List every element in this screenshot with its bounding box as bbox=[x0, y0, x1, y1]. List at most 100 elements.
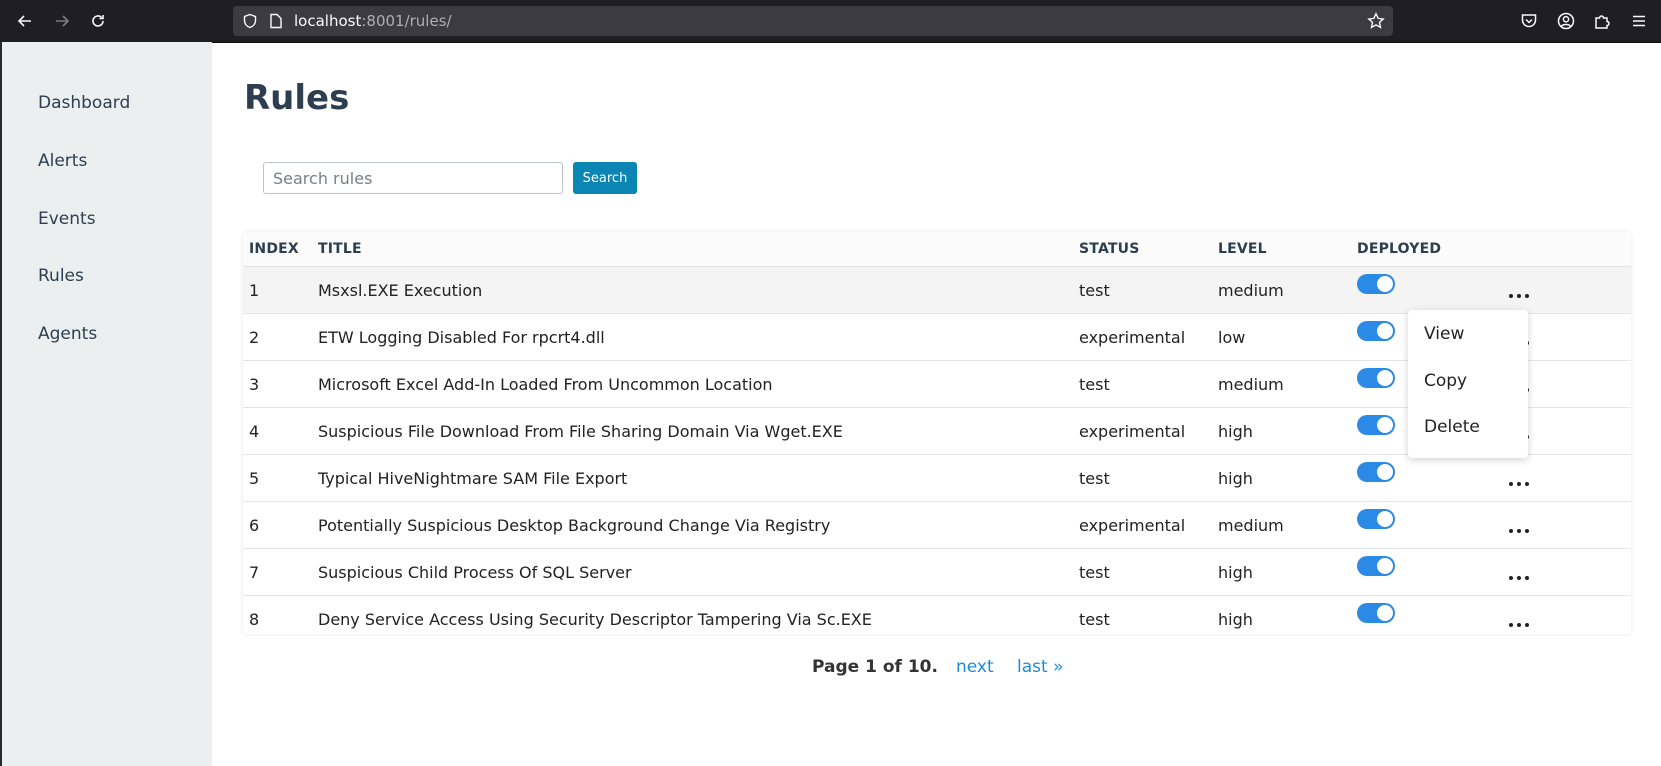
toggle-knob bbox=[1377, 511, 1393, 527]
deployed-toggle[interactable] bbox=[1357, 321, 1395, 341]
more-actions-icon[interactable] bbox=[1505, 523, 1533, 539]
dot bbox=[1517, 622, 1521, 627]
cell-status: test bbox=[1079, 609, 1110, 629]
cell-status: experimental bbox=[1073, 501, 1212, 549]
more-actions-icon[interactable] bbox=[1505, 476, 1533, 492]
deployed-toggle[interactable] bbox=[1357, 509, 1395, 529]
toggle-knob bbox=[1377, 558, 1393, 574]
cell-index: 3 bbox=[243, 360, 312, 408]
last-page-link[interactable]: last » bbox=[1017, 657, 1063, 677]
dot bbox=[1525, 481, 1529, 486]
toggle-knob bbox=[1377, 323, 1393, 339]
cell-title: Suspicious Child Process Of SQL Server bbox=[312, 548, 1073, 596]
column-header-index: INDEX bbox=[243, 232, 312, 267]
column-header-deployed: DEPLOYED bbox=[1351, 232, 1481, 267]
sidebar-item-dashboard[interactable]: Dashboard bbox=[38, 93, 130, 113]
pocket-icon[interactable] bbox=[1518, 10, 1540, 32]
menu-item-copy[interactable]: Copy bbox=[1424, 371, 1467, 391]
sidebar-item-rules[interactable]: Rules bbox=[38, 266, 84, 286]
cell-deployed bbox=[1351, 501, 1481, 549]
cell-deployed bbox=[1351, 266, 1481, 314]
cell-level: medium bbox=[1212, 266, 1351, 314]
cell-actions bbox=[1481, 596, 1631, 643]
cell-status: test bbox=[1073, 548, 1212, 596]
dot bbox=[1509, 481, 1513, 486]
column-header-actions bbox=[1481, 232, 1631, 267]
cell-title: Msxsl.EXE Execution bbox=[312, 266, 1073, 314]
pagination: Page 1 of 10. next last » bbox=[0, 657, 1661, 681]
cell-title: ETW Logging Disabled For rpcrt4.dll bbox=[312, 313, 1073, 361]
shield-icon[interactable] bbox=[242, 13, 258, 29]
search-input[interactable] bbox=[263, 162, 563, 194]
dot bbox=[1509, 622, 1513, 627]
next-page-link[interactable]: next bbox=[956, 657, 994, 677]
deployed-toggle[interactable] bbox=[1357, 415, 1395, 435]
forward-button[interactable] bbox=[48, 7, 76, 35]
forward-arrow-icon bbox=[56, 15, 70, 27]
dot bbox=[1517, 575, 1521, 580]
deployed-toggle[interactable] bbox=[1357, 462, 1395, 482]
toggle-knob bbox=[1377, 605, 1393, 621]
back-arrow-icon bbox=[17, 15, 31, 27]
sidebar-item-alerts[interactable]: Alerts bbox=[38, 151, 87, 171]
more-actions-icon[interactable] bbox=[1505, 288, 1533, 304]
sidebar-item-events[interactable]: Events bbox=[38, 209, 96, 229]
bookmark-star-icon[interactable] bbox=[1367, 12, 1385, 30]
cell-level: high bbox=[1212, 548, 1351, 596]
sidebar-item-agents[interactable]: Agents bbox=[38, 324, 97, 344]
reload-button[interactable] bbox=[84, 7, 112, 35]
dot bbox=[1525, 622, 1529, 627]
cell-title: Suspicious File Download From File Shari… bbox=[312, 407, 1073, 455]
menu-hamburger-icon[interactable] bbox=[1628, 10, 1650, 32]
cell-index: 6 bbox=[243, 501, 312, 549]
menu-item-view[interactable]: View bbox=[1424, 324, 1464, 344]
cell-index: 7 bbox=[243, 548, 312, 596]
back-button[interactable] bbox=[11, 7, 39, 35]
cell-status: test bbox=[1073, 266, 1212, 314]
column-header-title: TITLE bbox=[312, 232, 1073, 267]
search-button[interactable]: Search bbox=[573, 162, 637, 194]
dot bbox=[1509, 293, 1513, 298]
table-row: 7 Suspicious Child Process Of SQL Server t… bbox=[243, 548, 1631, 596]
address-bar[interactable]: localhost:8001/rules/ bbox=[233, 6, 1393, 36]
cell-index: 1 bbox=[243, 266, 312, 314]
dot bbox=[1525, 528, 1529, 533]
toggle-knob bbox=[1377, 417, 1393, 433]
browser-toolbar: localhost:8001/rules/ bbox=[0, 0, 1661, 43]
deployed-toggle[interactable] bbox=[1357, 274, 1395, 294]
column-header-status: STATUS bbox=[1073, 232, 1212, 267]
more-actions-icon[interactable] bbox=[1505, 570, 1533, 586]
cell-actions bbox=[1481, 501, 1631, 549]
cell-level: medium bbox=[1212, 360, 1351, 408]
dot bbox=[1517, 293, 1521, 298]
cell-status: experimental bbox=[1073, 313, 1212, 361]
cell-level: high bbox=[1212, 454, 1351, 502]
cell-level: high bbox=[1212, 407, 1351, 455]
dot bbox=[1509, 575, 1513, 580]
row-actions-menu: View Copy Delete bbox=[1408, 310, 1528, 458]
toggle-knob bbox=[1377, 370, 1393, 386]
cell-actions bbox=[1481, 548, 1631, 596]
menu-item-delete[interactable]: Delete bbox=[1424, 417, 1480, 437]
more-actions-icon[interactable] bbox=[1505, 617, 1533, 633]
dot bbox=[1517, 528, 1521, 533]
reload-icon bbox=[92, 15, 104, 27]
cell-level: high bbox=[1218, 609, 1253, 629]
extensions-icon[interactable] bbox=[1591, 10, 1613, 32]
table-row: 8 Deny Service Access Using Security Desc… bbox=[243, 596, 1631, 643]
table-row: 6 Potentially Suspicious Desktop Backgrou… bbox=[243, 501, 1631, 549]
page-icon bbox=[270, 13, 282, 29]
cell-deployed bbox=[1351, 596, 1481, 643]
dot bbox=[1509, 528, 1513, 533]
table-row: 1 Msxsl.EXE Execution test medium bbox=[243, 266, 1631, 314]
deployed-toggle[interactable] bbox=[1357, 368, 1395, 388]
page-title: Rules bbox=[244, 78, 350, 118]
cell-index: 5 bbox=[243, 454, 312, 502]
account-icon[interactable] bbox=[1555, 10, 1577, 32]
deployed-toggle[interactable] bbox=[1357, 603, 1395, 623]
deployed-toggle[interactable] bbox=[1357, 556, 1395, 576]
cell-index: 4 bbox=[243, 407, 312, 455]
cell-actions bbox=[1481, 454, 1631, 502]
cell-actions bbox=[1481, 266, 1631, 314]
cell-status: test bbox=[1073, 360, 1212, 408]
